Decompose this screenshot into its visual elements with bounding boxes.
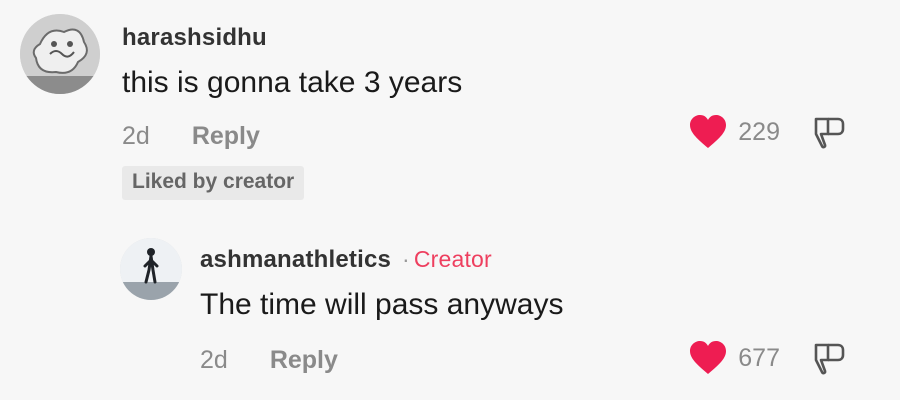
comment-item: harashsidhu this is gonna take 3 years 2…	[0, 0, 900, 220]
reply-button[interactable]: Reply	[270, 346, 338, 375]
like-count: 229	[738, 117, 780, 146]
comment-text: The time will pass anyways	[200, 288, 564, 321]
liked-by-creator-badge: Liked by creator	[122, 166, 305, 200]
comment-actions: 229	[688, 114, 848, 150]
comment-actions: 677	[688, 340, 848, 376]
like-count: 677	[738, 343, 780, 372]
avatar-illustration	[20, 14, 100, 94]
avatar[interactable]	[20, 14, 100, 94]
comment-meta: 2d Reply	[200, 346, 338, 375]
heart-icon[interactable]	[688, 114, 728, 150]
reply-comment-item: ashmanathletics · Creator The time will p…	[0, 220, 900, 400]
comment-text: this is gonna take 3 years	[122, 66, 463, 99]
comment-meta: 2d Reply	[122, 122, 260, 151]
avatar-photo	[120, 238, 182, 300]
separator-dot: ·	[401, 246, 410, 272]
creator-label: Creator	[413, 246, 492, 272]
reply-button[interactable]: Reply	[192, 122, 260, 151]
comment-age: 2d	[122, 122, 150, 150]
comment-username[interactable]: ashmanathletics	[200, 246, 391, 273]
comment-age: 2d	[200, 346, 228, 374]
comment-username[interactable]: harashsidhu	[122, 24, 267, 52]
avatar[interactable]	[120, 238, 182, 300]
comment-username-row: ashmanathletics · Creator	[200, 246, 492, 274]
creator-tag: · Creator	[398, 246, 492, 272]
heart-icon[interactable]	[688, 340, 728, 376]
thumbs-down-icon[interactable]	[812, 340, 848, 376]
thumbs-down-icon[interactable]	[812, 114, 848, 150]
